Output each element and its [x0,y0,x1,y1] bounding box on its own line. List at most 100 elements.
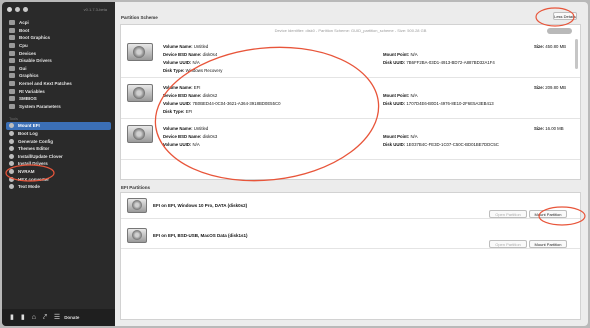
efi-partition-list: EFI on EFI, Windows 10 Pro, DATA (disk0s… [120,192,581,320]
size-value: 450.80 MB [545,44,567,49]
donate-icon[interactable]: ☰ [54,314,60,321]
size-label: Size: [534,126,545,131]
scheme-badge [547,28,572,34]
open-partition-button[interactable]: Open Partition [489,210,527,218]
bsd-name-label: Device BSD Name: [163,93,202,98]
sidebar-item-rt-variables[interactable]: Rt Variables [2,87,115,95]
save-icon[interactable]: ▮ [21,314,25,321]
sidebar-item-label: Install Drivers [18,161,48,167]
sidebar-item-nvram[interactable]: NVRAM [2,168,115,176]
volume-name-value: Untitled [193,44,209,49]
hard-disk-icon [127,43,153,63]
sidebar-item-devices[interactable]: Devices [2,49,115,57]
sidebar-item-boot-log[interactable]: Boot Log [2,130,115,138]
efi-partitions-title: EFI Partitions [121,185,151,190]
sidebar-tools: Mount EFI Boot Log Generate Config Theme… [2,122,115,190]
table-icon [9,27,15,33]
size-label: Size: [534,44,545,49]
table-icon [9,103,15,109]
zoom-window-button[interactable] [23,7,28,12]
volume-name-label: Volume Name: [163,85,193,90]
less-details-button[interactable]: Less Details [553,12,577,20]
home-icon[interactable]: ⌂ [32,314,36,321]
config-icon [9,138,14,144]
disk-uuid-value: 1E037B4C-FE3D-1C07-C50C-BD01BE7DDC5C [406,142,499,147]
sidebar-item-text-mode[interactable]: Text Mode [2,183,115,191]
mount-point-label: Mount Point: [383,93,410,98]
sidebar-item-label: Themes Editor [18,146,50,152]
sidebar-item-generate-config[interactable]: Generate Config [2,137,115,145]
theme-icon [9,146,14,152]
volume-uuid-value: N/A [192,142,200,147]
hex-icon [9,176,14,182]
sidebar-item-boot-graphics[interactable]: Boot Graphics [2,34,115,42]
volume-name-value: EFI [193,85,201,90]
volume-uuid-label: Volume UUID: [163,142,192,147]
sidebar-item-label: Boot Graphics [19,35,51,41]
open-partition-button[interactable]: Open Partition [489,240,527,248]
sidebar-item-acpi[interactable]: Acpi [2,19,115,27]
disk-type-label: Disk Type: [163,109,185,114]
sidebar-item-install-update-clover[interactable]: Install/Update Clover [2,153,115,161]
efi-partition-row[interactable]: EFI on EFI, BSD-USB, MacOS Data (disk1s1… [121,226,580,249]
hard-disk-icon [127,125,153,145]
disk-uuid-label: Disk UUID: [383,101,406,106]
open-file-icon[interactable]: ▮ [10,314,14,321]
size-label: Size: [534,85,545,90]
sidebar-item-cpu[interactable]: Cpu [2,42,115,50]
table-icon [9,58,15,64]
table-icon [9,73,15,79]
table-icon [9,88,15,94]
disk-type-value: Windows Recovery [185,68,223,73]
size-value: 209.80 MB [545,85,567,90]
mount-point-label: Mount Point: [383,134,410,139]
table-icon [9,96,15,102]
disk-uuid-label: Disk UUID: [383,142,406,147]
sidebar-item-hex-converter[interactable]: HEX converter [2,175,115,183]
mount-point-value: N/A [410,93,418,98]
sidebar-item-label: Boot [19,27,30,33]
partition-row[interactable]: Volume Name: Untitled Device BSD Name: d… [121,37,580,78]
minimize-window-button[interactable] [15,7,20,12]
sidebar-item-graphics[interactable]: Graphics [2,72,115,80]
volume-name-label: Volume Name: [163,126,193,131]
mount-partition-button[interactable]: Mount Partition [529,210,567,218]
bsd-name-value: disk0s3 [202,134,218,139]
install-icon [9,161,14,167]
text-icon [9,184,14,190]
sidebar-item-disable-drivers[interactable]: Disable Drivers [2,57,115,65]
partition-list: Device Identifier: disk0 - Partition Sch… [120,24,581,180]
efi-partition-row[interactable]: EFI on EFI, Windows 10 Pro, DATA (disk0s… [121,196,580,219]
donate-button[interactable]: Donate [64,315,79,320]
sidebar-item-label: Acpi [19,20,29,26]
table-icon [9,20,15,26]
table-icon [9,43,15,49]
mount-partition-button[interactable]: Mount Partition [529,240,567,248]
sidebar-item-gui[interactable]: Gui [2,65,115,73]
sidebar-item-label: Generate Config [18,138,54,144]
bsd-name-label: Device BSD Name: [163,134,202,139]
partition-summary: Device Identifier: disk0 - Partition Sch… [274,28,427,33]
download-icon [9,153,14,159]
disk-type-label: Disk Type: [163,68,185,73]
sidebar-item-themes-editor[interactable]: Themes Editor [2,145,115,153]
volume-name-label: Volume Name: [163,44,193,49]
volume-uuid-value: N/A [192,60,200,65]
close-window-button[interactable] [7,7,12,12]
sidebar-item-boot[interactable]: Boot [2,27,115,35]
sidebar-item-mount-efi[interactable]: Mount EFI [6,122,111,130]
sidebar-item-install-drivers[interactable]: Install Drivers [2,160,115,168]
disk-uuid-value: 1707D4E6-B0D1-4976-8E10-2F6E5A3EB413 [406,101,494,106]
table-icon [9,50,15,56]
sidebar-item-system-parameters[interactable]: System Parameters [2,103,115,111]
efi-partition-title: EFI on EFI, BSD-USB, MacOS Data (disk1s1… [153,233,248,238]
share-icon[interactable]: ⤤ [43,314,47,321]
partition-row[interactable]: Volume Name: Untitled Device BSD Name: d… [121,119,580,160]
volume-uuid-value: 7B0BED44-0C04-3621-A364-3918BD0E55C0 [192,101,281,106]
sidebar-item-smbios[interactable]: SMBIOS [2,95,115,103]
hard-disk-icon [127,198,147,214]
table-icon [9,81,15,87]
sidebar-item-label: System Parameters [19,103,61,109]
partition-row[interactable]: Volume Name: EFI Device BSD Name: disk0s… [121,78,580,119]
sidebar-item-kernel-kext-patches[interactable]: Kernel and Kext Patches [2,80,115,88]
